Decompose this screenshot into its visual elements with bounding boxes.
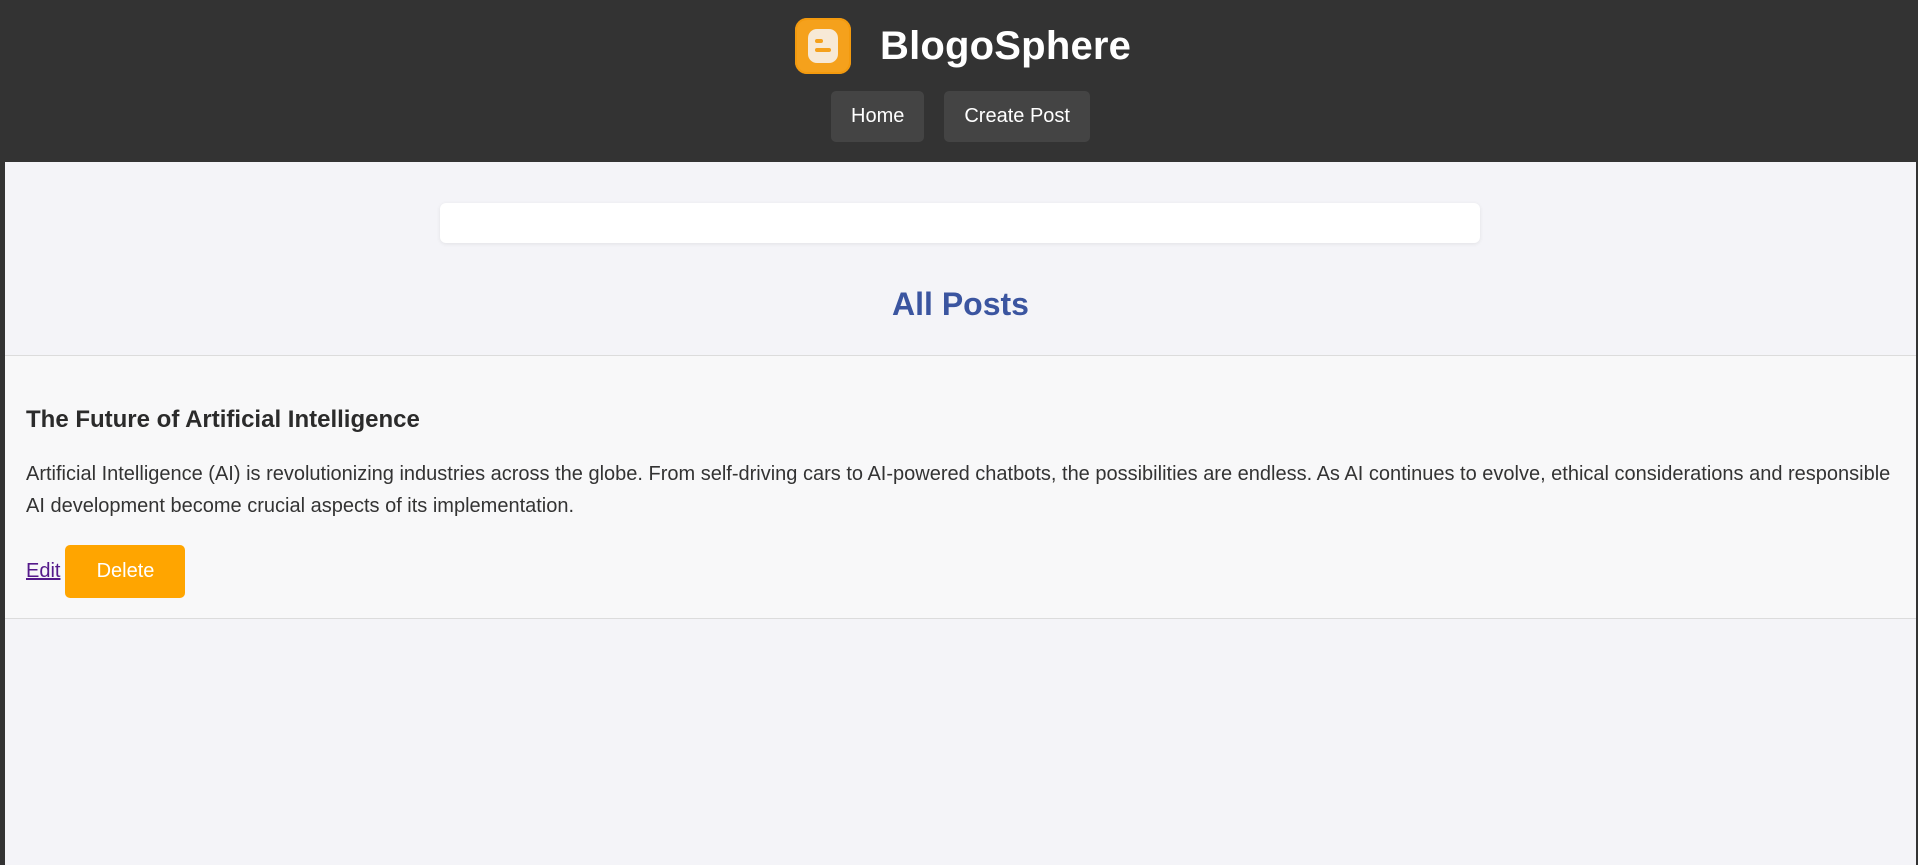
search-input[interactable]	[440, 203, 1480, 243]
page: BlogoSphere Home Create Post All Posts T…	[0, 0, 1918, 865]
site-title: BlogoSphere	[880, 23, 1132, 68]
blogger-logo-icon	[795, 18, 851, 74]
site-header: BlogoSphere Home Create Post	[0, 0, 1918, 162]
page-title: All Posts	[892, 286, 1029, 322]
post-body: Artificial Intelligence (AI) is revoluti…	[26, 463, 1891, 517]
main-content: All Posts The Future of Artificial Intel…	[5, 162, 1916, 865]
brand: BlogoSphere	[795, 18, 1131, 74]
post-card: The Future of Artificial Intelligence Ar…	[5, 356, 1916, 619]
post-actions: Edit Delete	[26, 545, 186, 598]
delete-post-button[interactable]: Delete	[65, 545, 186, 598]
main-nav: Home Create Post	[831, 91, 1090, 142]
post-title: The Future of Artificial Intelligence	[26, 406, 420, 433]
edit-post-link[interactable]: Edit	[26, 560, 60, 583]
nav-create-post-button[interactable]: Create Post	[944, 91, 1090, 142]
nav-home-button[interactable]: Home	[831, 91, 925, 142]
